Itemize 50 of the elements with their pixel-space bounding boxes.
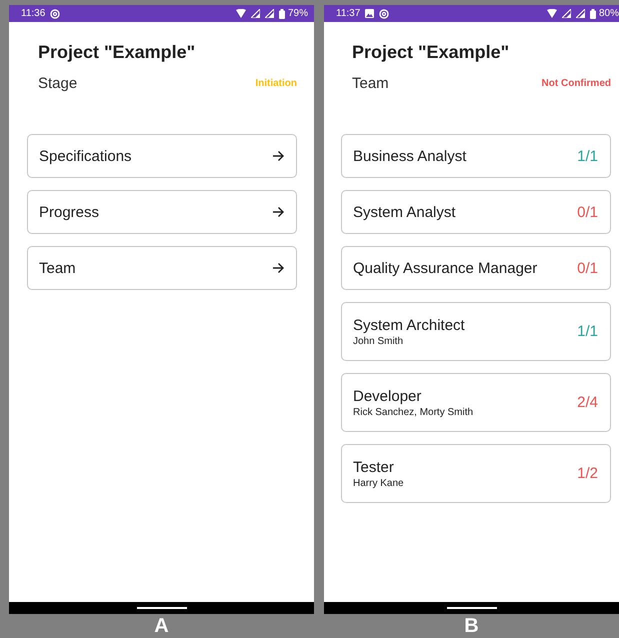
battery-icon [590,8,596,18]
role-count: 2/4 [577,394,598,411]
role-name: Quality Assurance Manager [353,260,538,276]
role-name: Business Analyst [353,148,466,164]
section-label: Stage [38,75,78,92]
battery-level: 79% [288,8,308,19]
role-name: System Analyst [353,204,456,220]
role-count: 1/1 [577,323,598,340]
role-count: 1/1 [577,148,598,164]
member-names: Rick Sanchez, Morty Smith [353,406,474,418]
battery-icon [278,8,285,18]
role-card[interactable]: System Architect John Smith 1/1 [341,302,611,361]
role-card[interactable]: Tester Harry Kane 1/2 [341,444,611,503]
section-label: Team [352,75,389,92]
home-handle[interactable] [136,607,186,609]
status-label: Initiation [255,78,297,89]
role-name: Tester [353,458,395,476]
role-name: Developer [353,388,422,404]
menu-item[interactable]: Team [27,246,297,290]
wifi-icon [236,9,246,18]
role-card[interactable]: System Analyst 0/1 [341,190,611,234]
member-names: Harry Kane [353,478,404,488]
role-count: 0/1 [577,260,598,276]
signal-icon [264,9,274,18]
menu-item[interactable]: Specifications [27,134,297,178]
screen-label: B [463,614,480,638]
wifi-icon [546,9,557,18]
signal-icon [576,9,585,18]
role-count: 0/1 [577,204,598,220]
battery-level: 80% [598,8,619,19]
role-count: 1/2 [577,465,598,482]
image-icon [365,9,374,18]
screen-label: A [153,614,170,638]
project-title: Project "Example" [352,42,510,63]
menu-item[interactable]: Progress [27,190,297,234]
signal-icon [250,9,260,18]
signal-icon [562,9,571,18]
project-title: Project "Example" [38,42,196,63]
role-name: System Architect [353,316,465,334]
arrow-right-icon [272,262,284,274]
status-time: 11:37 [336,8,360,19]
role-card[interactable]: Business Analyst 1/1 [341,134,611,178]
arrow-right-icon [272,206,284,218]
role-card[interactable]: Developer Rick Sanchez, Morty Smith 2/4 [341,373,611,432]
status-label: Not Confirmed [542,78,611,89]
home-handle[interactable] [446,607,496,609]
arrow-right-icon [272,150,284,162]
status-time: 11:36 [21,8,46,19]
member-names: John Smith [353,336,404,346]
role-card[interactable]: Quality Assurance Manager 0/1 [341,246,611,290]
